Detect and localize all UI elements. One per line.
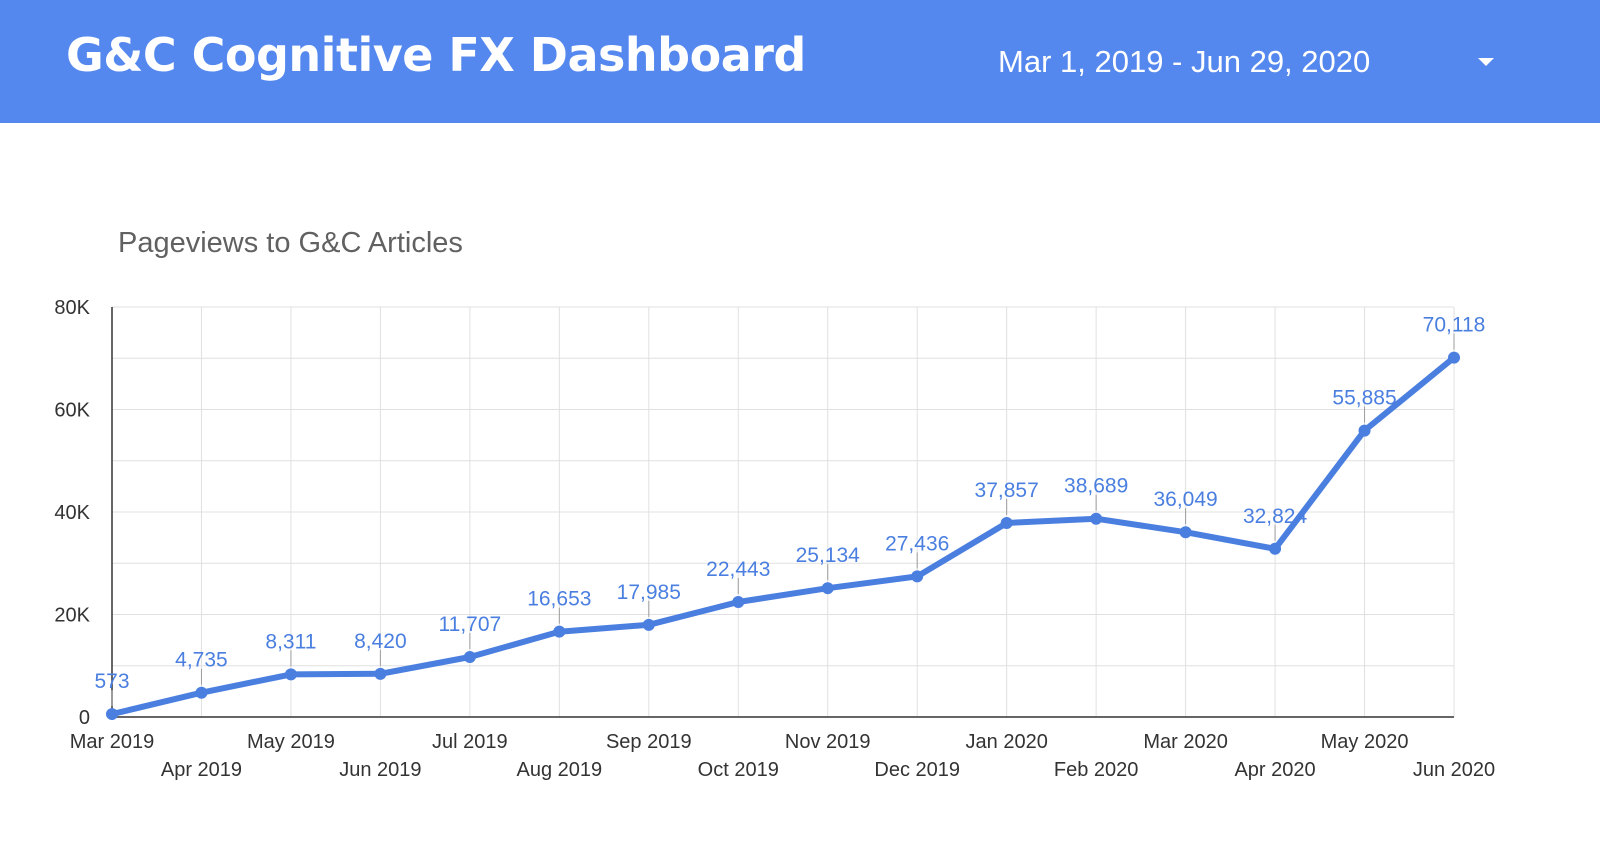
y-tick-label: 40K (54, 502, 90, 524)
x-tick-label: Dec 2019 (874, 759, 960, 781)
data-label: 22,443 (706, 558, 770, 581)
x-tick-label: Aug 2019 (517, 759, 603, 781)
data-label: 25,134 (796, 544, 861, 567)
x-tick-label: May 2020 (1321, 731, 1409, 753)
data-point[interactable] (821, 582, 834, 595)
x-tick-label: Nov 2019 (785, 731, 871, 753)
data-label: 37,857 (975, 479, 1039, 502)
x-tick-label: Apr 2019 (161, 759, 242, 781)
data-label: 17,985 (617, 581, 681, 604)
data-point[interactable] (1179, 526, 1192, 539)
x-tick-label: Mar 2019 (70, 731, 155, 753)
x-tick-label: Feb 2020 (1054, 759, 1139, 781)
data-label: 4,735 (175, 649, 228, 672)
x-tick-label: Jan 2020 (966, 731, 1048, 753)
data-point[interactable] (911, 570, 924, 583)
data-label: 11,707 (439, 613, 502, 636)
data-point[interactable] (1448, 351, 1460, 364)
y-tick-label: 80K (54, 297, 90, 319)
data-point[interactable] (732, 595, 745, 608)
data-point[interactable] (553, 625, 566, 638)
x-tick-label: Sep 2019 (606, 731, 692, 753)
data-point[interactable] (1090, 512, 1103, 525)
pageviews-line-chart: 020K40K60K80KMar 2019Apr 2019May 2019Jun… (54, 297, 1495, 781)
data-point[interactable] (1000, 516, 1013, 529)
data-point[interactable] (463, 651, 476, 664)
y-tick-label: 20K (54, 605, 90, 627)
x-tick-label: Mar 2020 (1143, 731, 1228, 753)
data-label: 573 (94, 670, 129, 693)
series-line (109, 354, 1457, 718)
data-label: 38,689 (1064, 475, 1128, 498)
y-tick-label: 0 (79, 707, 90, 729)
data-label: 27,436 (885, 532, 949, 555)
data-label: 36,049 (1153, 488, 1217, 511)
data-point[interactable] (1358, 424, 1371, 437)
data-label: 8,420 (354, 630, 407, 653)
data-label: 32,824 (1243, 505, 1308, 528)
x-tick-label: Jun 2020 (1413, 759, 1495, 781)
data-label: 70,118 (1423, 314, 1486, 337)
chart-data-labels: 573 4,735 8,311 8,420 11,707 16,653 17,985 22,4… (94, 314, 1485, 693)
y-tick-label: 60K (54, 400, 90, 422)
data-point[interactable] (642, 618, 655, 631)
data-point[interactable] (106, 708, 118, 721)
data-label: 16,653 (527, 588, 591, 611)
x-tick-label: May 2019 (247, 731, 335, 753)
data-point[interactable] (195, 686, 208, 699)
data-label: 55,885 (1332, 387, 1396, 410)
x-tick-label: Jun 2019 (339, 759, 421, 781)
data-point[interactable] (284, 668, 297, 681)
data-point[interactable] (1269, 542, 1282, 555)
data-label: 8,311 (265, 630, 316, 653)
x-tick-label: Apr 2020 (1234, 759, 1315, 781)
x-tick-label: Oct 2019 (698, 759, 779, 781)
x-tick-label: Jul 2019 (432, 731, 508, 753)
data-point[interactable] (374, 667, 387, 680)
